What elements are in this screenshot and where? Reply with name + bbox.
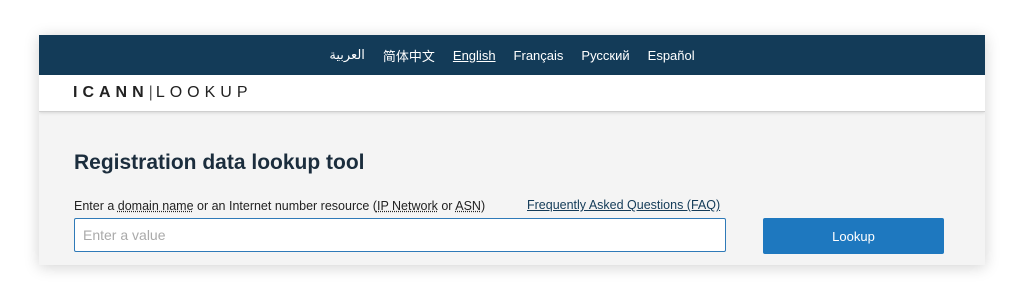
logo-lookup: LOOKUP <box>155 84 253 101</box>
browser-page: العربية 简体中文 English Français Русский Es… <box>39 35 985 265</box>
logo-separator: | <box>148 84 156 101</box>
language-link-english[interactable]: English <box>453 48 496 63</box>
logo-icann: ICANN <box>73 84 149 101</box>
lookup-input[interactable] <box>74 218 726 252</box>
language-link-spanish[interactable]: Español <box>648 48 695 63</box>
language-link-arabic[interactable]: العربية <box>329 47 365 63</box>
page-title: Registration data lookup tool <box>74 151 365 174</box>
lookup-button[interactable]: Lookup <box>763 218 944 254</box>
language-link-chinese[interactable]: 简体中文 <box>383 46 435 65</box>
ip-network-term[interactable]: IP Network <box>377 199 438 213</box>
faq-link[interactable]: Frequently Asked Questions (FAQ) <box>527 198 720 212</box>
lookup-instruction: Enter a domain name or an Internet numbe… <box>74 199 485 213</box>
domain-name-term[interactable]: domain name <box>118 199 194 213</box>
icann-lookup-logo[interactable]: ICANN|LOOKUP <box>73 84 253 102</box>
asn-term[interactable]: ASN <box>455 199 481 213</box>
instruction-text: or <box>437 199 456 213</box>
instruction-text: Enter a <box>74 199 118 213</box>
header: ICANN|LOOKUP <box>39 75 985 112</box>
instruction-text: or an Internet number resource ( <box>193 199 377 213</box>
lookup-section: Registration data lookup tool Enter a do… <box>39 112 985 265</box>
instruction-text: ) <box>480 199 486 213</box>
language-link-french[interactable]: Français <box>514 48 564 63</box>
language-link-russian[interactable]: Русский <box>581 48 629 63</box>
language-bar: العربية 简体中文 English Français Русский Es… <box>39 35 985 75</box>
